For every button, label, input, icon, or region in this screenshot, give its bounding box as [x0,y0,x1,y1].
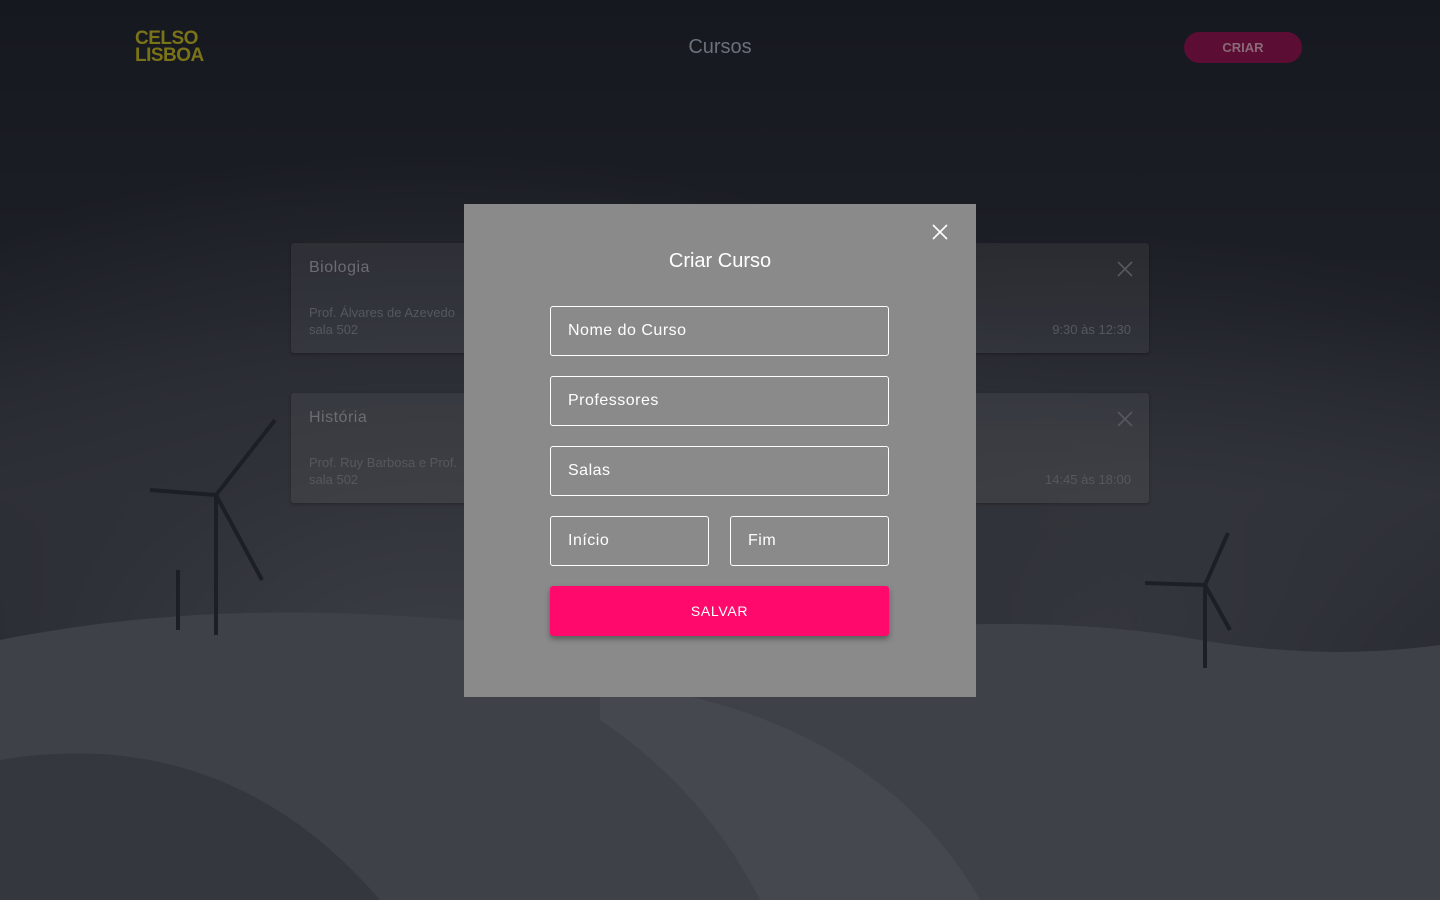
close-icon[interactable] [1117,261,1133,277]
top-bar: CELSO LISBOA Cursos CRIAR [0,0,1440,96]
course-professors: Prof. Álvares de Azevedo [309,305,455,320]
end-time-placeholder: Fim [748,532,777,549]
course-professors: Prof. Ruy Barbosa e Prof. [309,455,458,470]
rooms-input[interactable]: Salas [550,446,889,496]
page-title: Cursos [688,36,752,58]
course-name-placeholder: Nome do Curso [568,322,687,339]
dialog-title: Criar Curso [668,250,772,272]
page: CELSO LISBOA Cursos CRIAR Biologia Prof.… [0,0,1440,900]
course-room: sala 502 [309,472,359,487]
course-room: sala 502 [309,322,359,337]
create-course-button[interactable]: CRIAR [1184,32,1302,63]
close-icon[interactable] [932,224,948,240]
save-button[interactable]: SALVAR [550,586,889,636]
close-icon[interactable] [1117,411,1133,427]
course-title: História [309,409,368,426]
rooms-placeholder: Salas [568,462,611,479]
professors-placeholder: Professores [568,392,659,409]
course-name-input[interactable]: Nome do Curso [550,306,889,356]
start-time-input[interactable]: Início [550,516,709,566]
logo: CELSO LISBOA [135,29,215,66]
professors-input[interactable]: Professores [550,376,889,426]
logo-line-2: LISBOA [135,45,204,66]
course-time: 9:30 às 12:30 [1052,322,1131,337]
course-time: 14:45 às 18:00 [1044,472,1131,487]
create-course-dialog: Criar Curso Nome do Curso Professores Sa… [464,204,976,697]
end-time-input[interactable]: Fim [730,516,889,566]
start-time-placeholder: Início [568,532,610,549]
course-title: Biologia [309,259,370,276]
